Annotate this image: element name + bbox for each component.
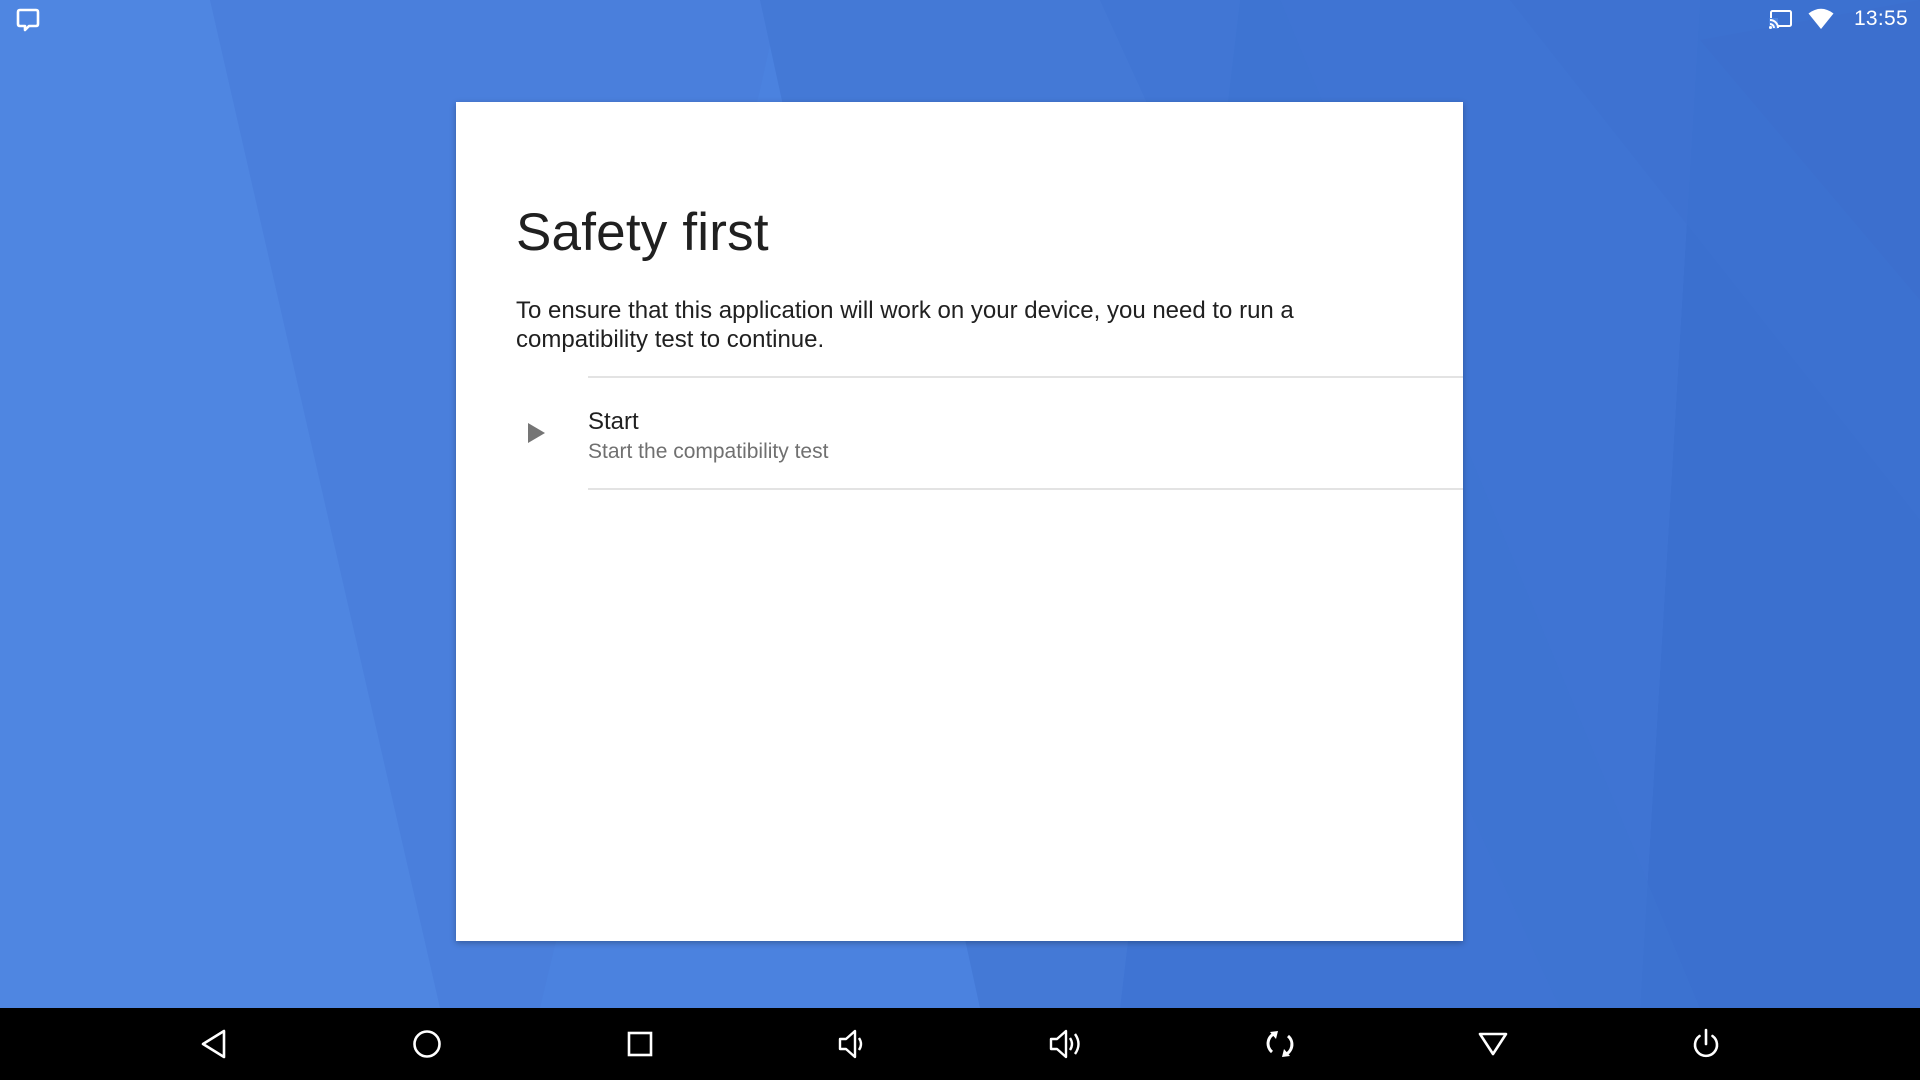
power-button[interactable] [1670, 1008, 1742, 1080]
menu-button[interactable] [1457, 1008, 1529, 1080]
recents-button[interactable] [604, 1008, 676, 1080]
status-bar: 13:55 [0, 0, 1920, 38]
recents-icon [627, 1031, 653, 1057]
back-icon [201, 1029, 226, 1059]
cast-icon [1768, 6, 1794, 32]
wifi-icon [1808, 6, 1834, 32]
home-button[interactable] [391, 1008, 463, 1080]
start-test-item[interactable]: Start Start the compatibility test [456, 378, 1463, 488]
dialog-description: To ensure that this application will wor… [516, 297, 1294, 353]
rotate-icon [1266, 1031, 1294, 1057]
triangle-down-icon [1478, 1032, 1508, 1056]
safety-dialog: Safety first To ensure that this applica… [456, 102, 1463, 941]
notification-app-icon [15, 6, 41, 32]
home-icon [413, 1030, 441, 1058]
volume-up-button[interactable] [1031, 1008, 1103, 1080]
rotate-button[interactable] [1244, 1008, 1316, 1080]
volume-down-icon [838, 1029, 863, 1059]
volume-up-icon [1049, 1029, 1080, 1059]
android-screen: 13:55 Safety first To ensure that this a… [0, 0, 1920, 1080]
power-icon [1693, 1028, 1719, 1058]
volume-down-button[interactable] [817, 1008, 889, 1080]
start-sublabel: Start the compatibility test [588, 440, 829, 463]
dialog-title: Safety first [516, 203, 769, 262]
navigation-bar [0, 1008, 1920, 1080]
divider [588, 488, 1463, 490]
status-icons: 13:55 [1768, 0, 1908, 38]
clock: 13:55 [1853, 7, 1908, 30]
back-button[interactable] [178, 1008, 250, 1080]
start-label: Start [588, 408, 639, 435]
play-icon [528, 423, 545, 443]
